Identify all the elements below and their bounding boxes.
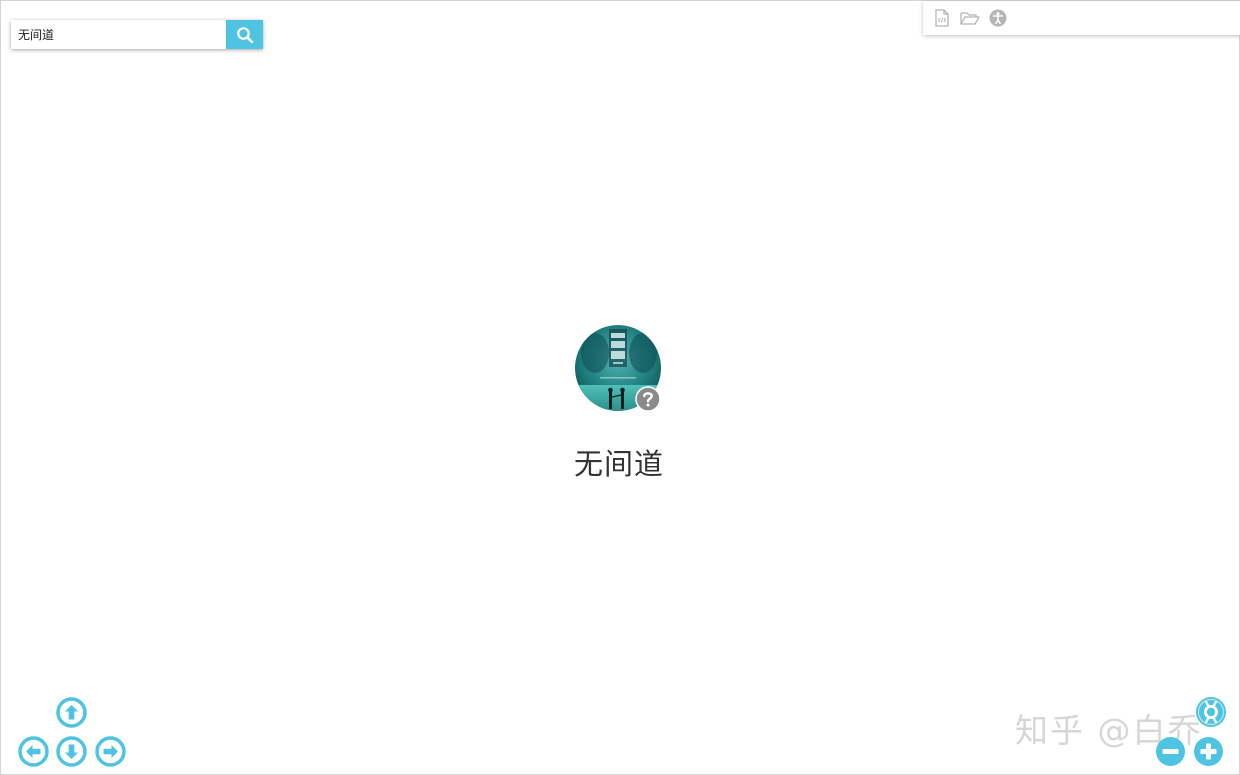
help-button[interactable]: [1195, 696, 1227, 728]
plus-icon: [1194, 737, 1223, 766]
search-button[interactable]: [226, 20, 263, 49]
search-bar: [11, 20, 263, 49]
arrow-up-icon: [56, 697, 87, 728]
zoom-out-button[interactable]: [1155, 736, 1186, 767]
lifebuoy-icon: [1196, 697, 1226, 727]
toolbar: [923, 1, 1240, 35]
node-label: 无间道: [573, 447, 664, 481]
file-code-icon[interactable]: [932, 8, 952, 28]
question-icon[interactable]: [635, 386, 661, 412]
minus-icon: [1156, 737, 1185, 766]
movie-node[interactable]: [575, 325, 661, 412]
zoom-in-button[interactable]: [1193, 736, 1224, 767]
pan-right-button[interactable]: [95, 736, 126, 767]
search-input[interactable]: [11, 20, 233, 49]
pan-left-button[interactable]: [18, 736, 49, 767]
arrow-down-icon: [56, 736, 87, 767]
search-icon: [236, 26, 253, 43]
pan-down-button[interactable]: [56, 736, 87, 767]
pan-up-button[interactable]: [56, 697, 87, 728]
arrow-right-icon: [95, 736, 126, 767]
folder-open-icon[interactable]: [960, 8, 980, 28]
arrow-left-icon: [18, 736, 49, 767]
accessibility-icon[interactable]: [988, 8, 1008, 28]
canvas[interactable]: 无间道 知乎 @白乔: [0, 0, 1240, 775]
